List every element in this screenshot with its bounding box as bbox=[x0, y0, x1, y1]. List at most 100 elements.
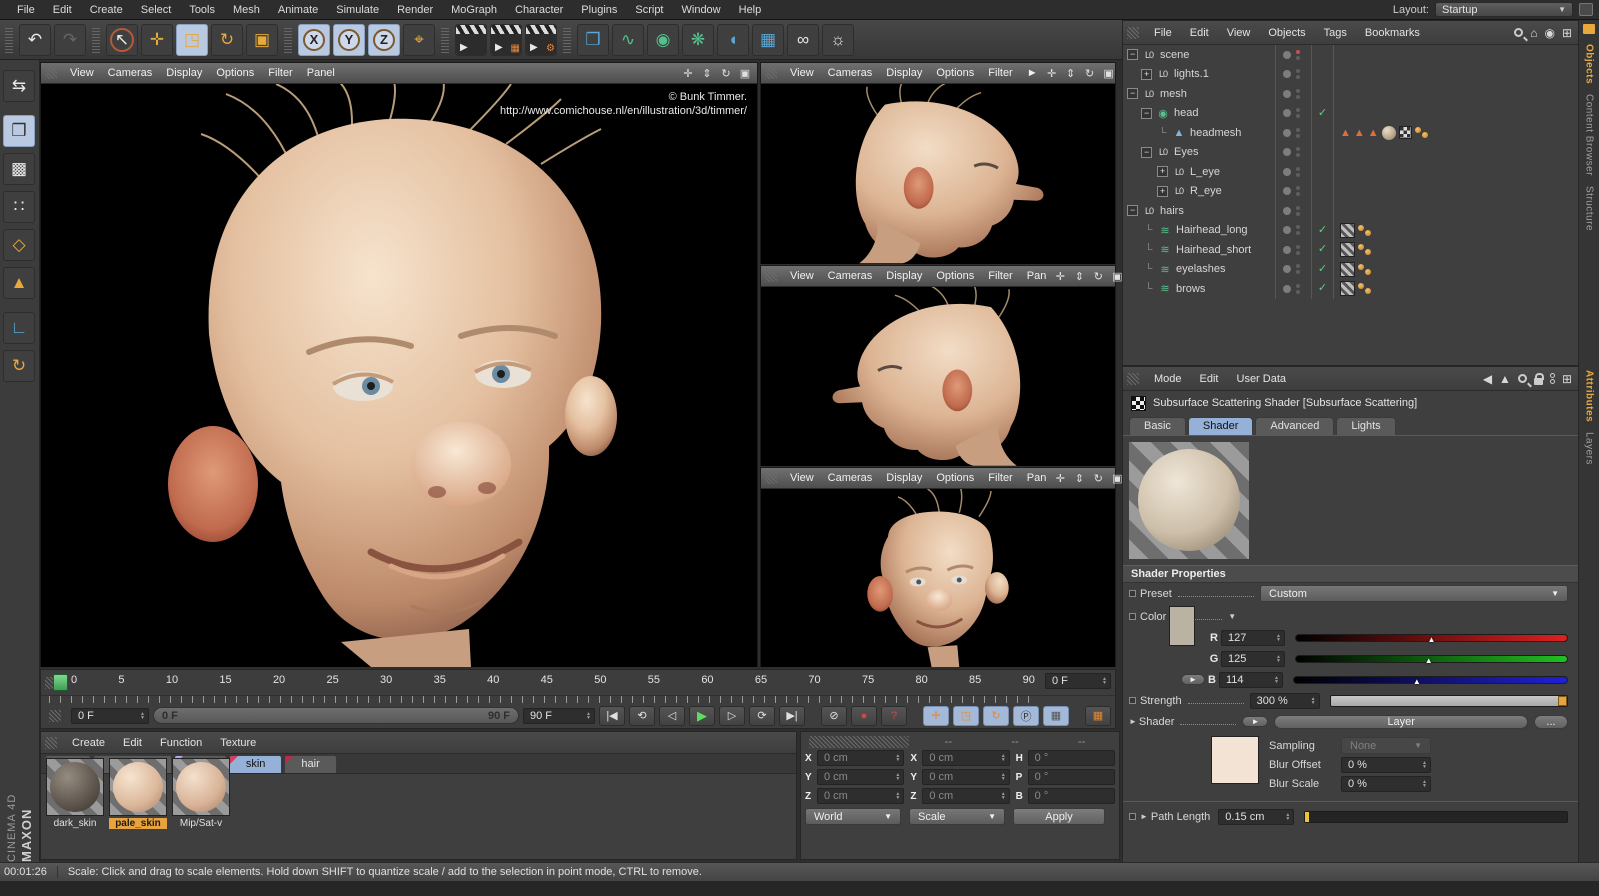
chevron-down-icon[interactable]: ▼ bbox=[1228, 612, 1236, 621]
record-disabled-button[interactable]: ⊘ bbox=[821, 706, 847, 726]
animate-checkbox[interactable] bbox=[1129, 813, 1136, 820]
viewport-menu-item[interactable]: View bbox=[783, 472, 821, 484]
keyframe-position-toggle[interactable]: ✛ bbox=[923, 706, 949, 726]
animate-checkbox[interactable] bbox=[1129, 590, 1136, 597]
animate-checkbox[interactable] bbox=[1129, 613, 1136, 620]
deformer-button[interactable]: ◖ bbox=[717, 24, 749, 56]
material-menu-item[interactable]: Function bbox=[151, 737, 211, 749]
viewport-menu-item[interactable]: View bbox=[63, 67, 101, 79]
tag-list[interactable] bbox=[1333, 260, 1578, 280]
render-picture-viewer-button[interactable]: ▶▦ bbox=[490, 24, 522, 56]
viewport-maximize-icon[interactable]: ▣ bbox=[1102, 67, 1116, 80]
object-manager-menu-item[interactable]: Objects bbox=[1259, 27, 1314, 39]
make-editable-button[interactable]: ⇆ bbox=[3, 70, 35, 102]
viewport-render-area[interactable] bbox=[761, 84, 1115, 264]
panel-grip[interactable] bbox=[1127, 373, 1139, 385]
toolbar-grip[interactable] bbox=[563, 27, 571, 53]
hair-material-tag-icon[interactable] bbox=[1340, 223, 1355, 238]
viewport-menu-item[interactable]: Filter bbox=[981, 472, 1019, 484]
keyframe-selection-button[interactable]: ▦ bbox=[1085, 706, 1111, 726]
viewport-rotate-icon[interactable]: ↻ bbox=[719, 67, 733, 80]
tag-list[interactable] bbox=[1333, 221, 1578, 241]
enable-check-icon[interactable]: ✓ bbox=[1311, 260, 1333, 280]
strength-field[interactable]: 300 %▲▼ bbox=[1250, 693, 1320, 709]
tree-item-eyelashes[interactable]: └≋eyelashes ✓ bbox=[1123, 260, 1578, 280]
tree-item-hairs[interactable]: −L0hairs bbox=[1123, 201, 1578, 221]
viewport-menu-item[interactable]: Panel bbox=[300, 67, 342, 79]
collapse-icon[interactable]: − bbox=[1141, 147, 1152, 158]
menu-item[interactable]: Tools bbox=[180, 4, 224, 16]
keyframe-scale-toggle[interactable]: ◳ bbox=[953, 706, 979, 726]
preset-dropdown[interactable]: Custom▼ bbox=[1260, 585, 1568, 602]
viewport-rotate-icon[interactable]: ↻ bbox=[1083, 67, 1097, 80]
visibility-icon[interactable]: ◉ bbox=[1544, 26, 1554, 40]
position-x-field[interactable]: X0 cm▲▼ bbox=[805, 750, 904, 766]
side-viewport-top[interactable]: ViewCamerasDisplayOptionsFilter ► ✛ ⇕ ↻ … bbox=[760, 62, 1116, 264]
viewport-dolly-icon[interactable]: ⇕ bbox=[1072, 270, 1086, 283]
viewport-menu-item[interactable]: View bbox=[783, 270, 821, 282]
lock-x-axis-button[interactable]: X bbox=[298, 24, 330, 56]
search-icon[interactable] bbox=[1514, 28, 1523, 37]
tree-item-brows[interactable]: └≋brows ✓ bbox=[1123, 279, 1578, 299]
toolbar-grip[interactable] bbox=[5, 27, 13, 53]
tree-item-mesh[interactable]: −L0mesh bbox=[1123, 84, 1578, 104]
apply-button[interactable]: Apply bbox=[1013, 808, 1105, 825]
coordinate-system-button[interactable]: ⌖ bbox=[403, 24, 435, 56]
enable-check-icon[interactable]: ✓ bbox=[1311, 221, 1333, 241]
environment-button[interactable]: ▦ bbox=[752, 24, 784, 56]
home-icon[interactable]: ⌂ bbox=[1530, 26, 1537, 40]
material-pale-skin[interactable]: pale_skin bbox=[109, 758, 167, 829]
shader-more-button[interactable]: ... bbox=[1534, 715, 1568, 729]
collapse-icon[interactable]: − bbox=[1127, 205, 1138, 216]
lock-y-axis-button[interactable]: Y bbox=[333, 24, 365, 56]
layer-shader-button[interactable]: Layer bbox=[1274, 715, 1528, 729]
lock-icon[interactable] bbox=[1534, 378, 1543, 385]
menu-item[interactable]: Mesh bbox=[224, 4, 269, 16]
record-button[interactable]: ● bbox=[851, 706, 877, 726]
channel-b-slider[interactable]: ▲ bbox=[1293, 676, 1568, 684]
side-viewport-bottom[interactable]: ViewCamerasDisplayOptionsFilterPan ✛ ⇕ ↻… bbox=[760, 467, 1116, 667]
path-length-field[interactable]: 0.15 cm▲▼ bbox=[1218, 809, 1294, 825]
tab-objects[interactable]: Objects bbox=[1584, 44, 1595, 84]
panel-grip[interactable] bbox=[45, 737, 57, 749]
autokey-help-button[interactable]: ? bbox=[881, 706, 907, 726]
lock-z-axis-button[interactable]: Z bbox=[368, 24, 400, 56]
expand-icon[interactable]: + bbox=[1141, 69, 1152, 80]
tab-advanced[interactable]: Advanced bbox=[1255, 417, 1334, 435]
tree-item-l-eye[interactable]: +L0L_eye bbox=[1123, 162, 1578, 182]
material-tag-icon[interactable] bbox=[1382, 126, 1396, 140]
goto-start-button[interactable]: |◀ bbox=[599, 706, 625, 726]
toolbar-grip[interactable] bbox=[92, 27, 100, 53]
attribute-menu-item[interactable]: User Data bbox=[1228, 373, 1296, 385]
blur-scale-field[interactable]: 0 %▲▼ bbox=[1341, 776, 1431, 792]
shader-preview[interactable] bbox=[1129, 442, 1249, 559]
viewport-menu-item[interactable]: Cameras bbox=[821, 67, 880, 79]
enable-check-icon[interactable]: ✓ bbox=[1311, 240, 1333, 260]
viewport-pan-icon[interactable]: ✛ bbox=[1045, 67, 1059, 80]
tree-item-r-eye[interactable]: +L0R_eye bbox=[1123, 182, 1578, 202]
tab-basic[interactable]: Basic bbox=[1129, 417, 1186, 435]
toolbar-grip[interactable] bbox=[284, 27, 292, 53]
channel-b-field[interactable]: 114▲▼ bbox=[1219, 672, 1283, 688]
hair-tag-icon[interactable] bbox=[1358, 244, 1371, 255]
hair-material-tag-icon[interactable] bbox=[1340, 262, 1355, 277]
viewport-dolly-icon[interactable]: ⇕ bbox=[1064, 67, 1078, 80]
search-icon[interactable] bbox=[1518, 374, 1527, 383]
polygon-mode-button[interactable]: ▲ bbox=[3, 267, 35, 299]
viewport-menu-item[interactable]: Cameras bbox=[821, 270, 880, 282]
attribute-menu-item[interactable]: Edit bbox=[1191, 373, 1228, 385]
workplane-button[interactable]: ↻ bbox=[3, 350, 35, 382]
toolbar-grip[interactable] bbox=[441, 27, 449, 53]
add-cube-button[interactable]: ❒ bbox=[577, 24, 609, 56]
slider-handle[interactable] bbox=[1305, 812, 1309, 822]
visibility-toggles[interactable] bbox=[1275, 45, 1311, 65]
coordinate-mode-dropdown[interactable]: Scale▼ bbox=[909, 808, 1005, 825]
blur-offset-field[interactable]: 0 %▲▼ bbox=[1341, 757, 1431, 773]
rotation-p-field[interactable]: P0 ° bbox=[1016, 769, 1115, 785]
tab-hair[interactable]: hair bbox=[284, 755, 336, 773]
visibility-toggles[interactable] bbox=[1275, 279, 1311, 299]
point-mode-button[interactable]: ∷ bbox=[3, 191, 35, 223]
expand-color-button[interactable]: ► bbox=[1181, 674, 1205, 685]
visibility-toggles[interactable] bbox=[1275, 84, 1311, 104]
viewport-menu-item[interactable]: Options bbox=[209, 67, 261, 79]
